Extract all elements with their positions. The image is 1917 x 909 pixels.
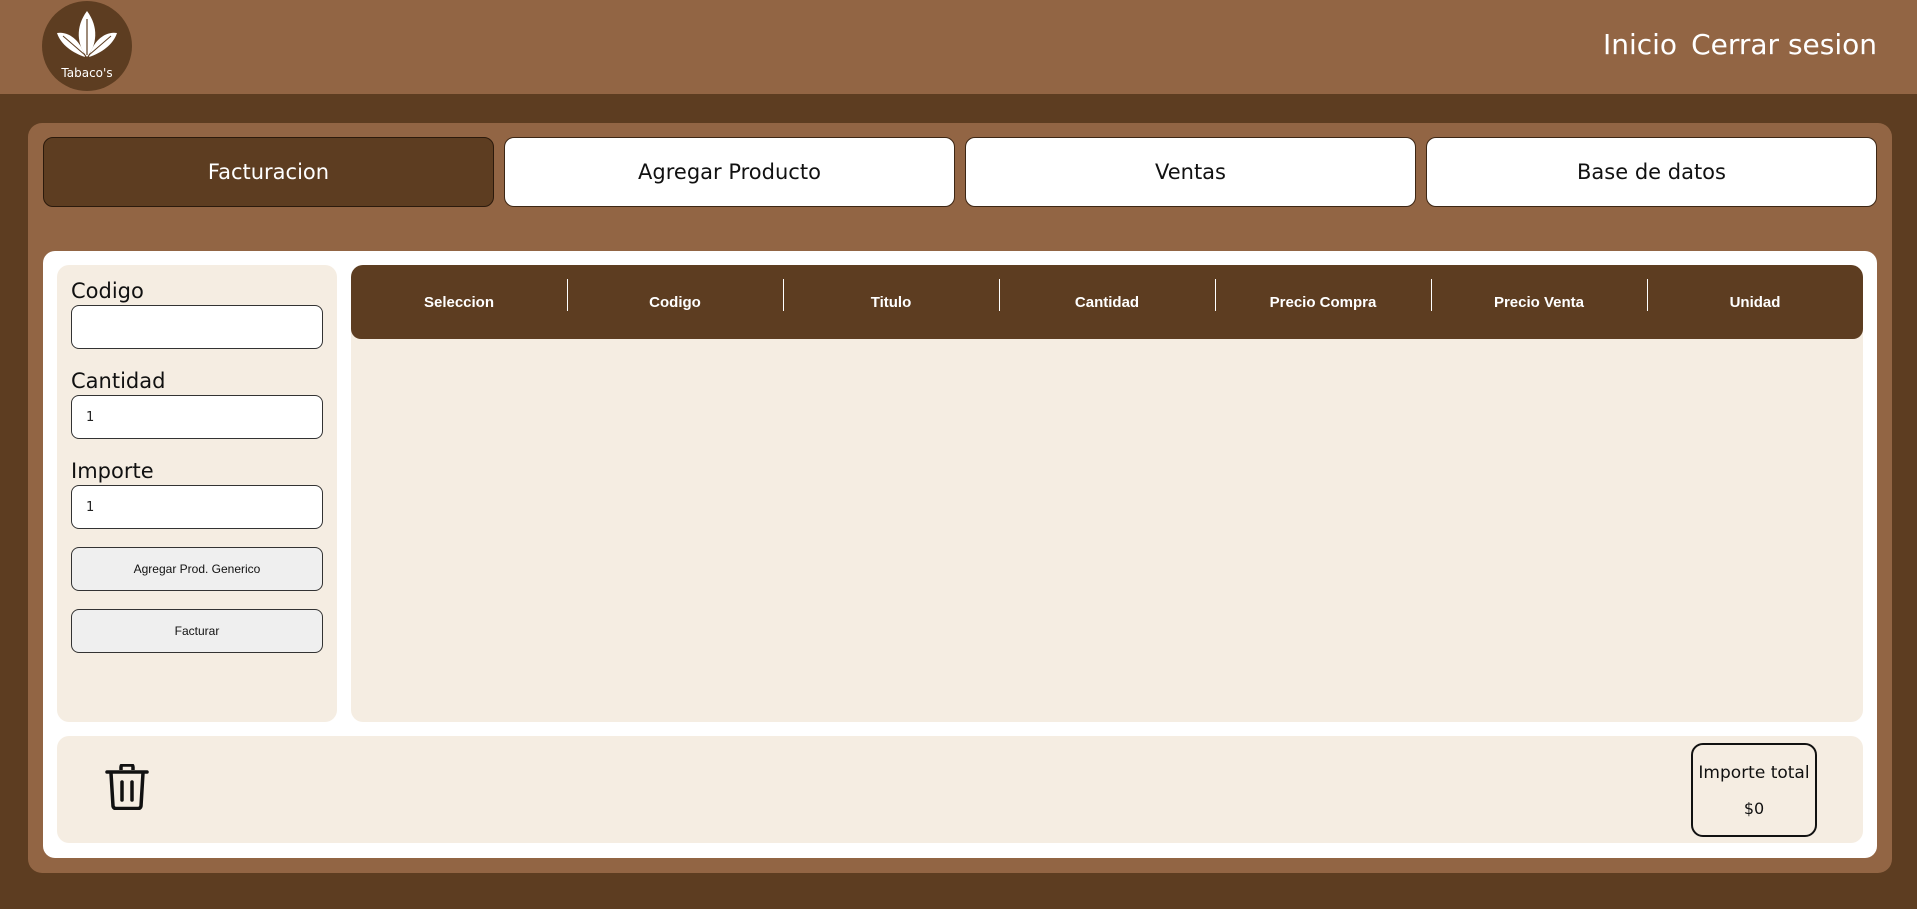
table-header: Seleccion Codigo Titulo Cantidad Precio …	[351, 265, 1863, 339]
column-header-cantidad[interactable]: Cantidad	[999, 278, 1215, 311]
column-header-unidad[interactable]: Unidad	[1647, 278, 1863, 311]
cantidad-input[interactable]	[71, 395, 323, 439]
header-nav: Inicio Cerrar sesion	[1603, 28, 1877, 61]
top-bar: Tabaco's Inicio Cerrar sesion	[0, 0, 1917, 94]
nav-cerrar-sesion-link[interactable]: Cerrar sesion	[1691, 28, 1877, 61]
total-box: Importe total $0	[1691, 743, 1817, 837]
tab-ventas[interactable]: Ventas	[965, 137, 1416, 207]
logo: Tabaco's	[42, 1, 132, 91]
column-header-precio-venta[interactable]: Precio Venta	[1431, 278, 1647, 311]
column-header-seleccion[interactable]: Seleccion	[351, 294, 567, 311]
logo-text: Tabaco's	[61, 66, 113, 80]
tab-base-de-datos[interactable]: Base de datos	[1426, 137, 1877, 207]
column-header-titulo[interactable]: Titulo	[783, 278, 999, 311]
nav-inicio-link[interactable]: Inicio	[1603, 28, 1677, 61]
work-area: Codigo Cantidad Importe Agregar Prod. Ge…	[43, 251, 1877, 858]
cantidad-label: Cantidad	[71, 369, 166, 393]
importe-label: Importe	[71, 459, 154, 483]
main-panel: Facturacion Agregar Producto Ventas Base…	[28, 123, 1892, 873]
tab-facturacion[interactable]: Facturacion	[43, 137, 494, 207]
trash-icon[interactable]	[105, 764, 149, 810]
codigo-label: Codigo	[71, 279, 144, 303]
products-table: Seleccion Codigo Titulo Cantidad Precio …	[351, 265, 1863, 722]
codigo-input[interactable]	[71, 305, 323, 349]
tab-bar: Facturacion Agregar Producto Ventas Base…	[43, 137, 1877, 207]
invoice-form: Codigo Cantidad Importe Agregar Prod. Ge…	[57, 265, 337, 722]
facturar-button[interactable]: Facturar	[71, 609, 323, 653]
importe-input[interactable]	[71, 485, 323, 529]
total-label: Importe total	[1698, 762, 1810, 783]
column-header-codigo[interactable]: Codigo	[567, 278, 783, 311]
tobacco-leaves-icon	[57, 11, 117, 57]
bottom-bar: Importe total $0	[57, 736, 1863, 843]
agregar-generico-button[interactable]: Agregar Prod. Generico	[71, 547, 323, 591]
total-value: $0	[1743, 798, 1765, 818]
tab-agregar-producto[interactable]: Agregar Producto	[504, 137, 955, 207]
column-header-precio-compra[interactable]: Precio Compra	[1215, 278, 1431, 311]
